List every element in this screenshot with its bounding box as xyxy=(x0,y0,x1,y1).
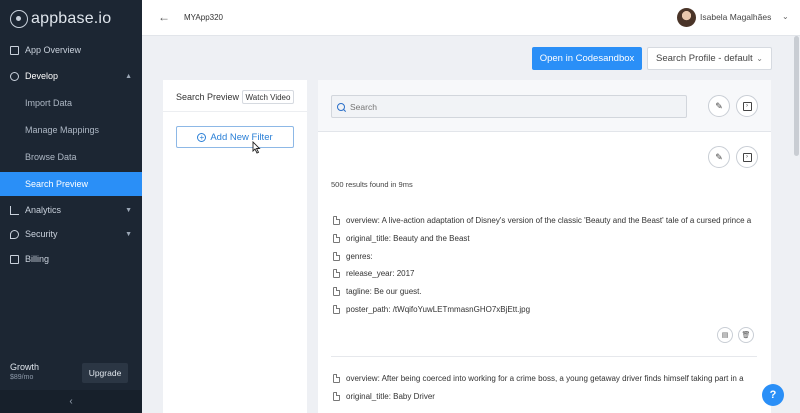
document-icon xyxy=(333,215,340,225)
upgrade-button[interactable]: Upgrade xyxy=(82,363,128,383)
develop-icon xyxy=(10,71,19,81)
add-new-filter-label: Add New Filter xyxy=(210,131,273,143)
plan-price: $89/mo xyxy=(10,374,34,381)
chevron-up-icon: ▲ xyxy=(125,72,132,80)
mouse-pointer-icon xyxy=(252,141,261,154)
pencil-icon: ✎ xyxy=(715,100,723,111)
document-icon xyxy=(333,391,340,401)
code-search-button[interactable]: › xyxy=(736,95,758,117)
sidebar-subitem-label: Manage Mappings xyxy=(25,125,100,135)
code-result-button[interactable]: › xyxy=(736,146,758,168)
trash-icon: 🗑 xyxy=(741,332,751,339)
scrollbar-thumb[interactable] xyxy=(794,36,799,156)
code-icon: › xyxy=(742,152,752,162)
sidebar-item-label: App Overview xyxy=(25,45,82,55)
result-field-text: tagline: Be our guest. xyxy=(346,286,422,296)
sidebar-item-develop[interactable]: Develop ▲ xyxy=(0,64,142,88)
result-field-text: overview: A live-action adaptation of Di… xyxy=(346,215,752,225)
sidebar-item-label: Analytics xyxy=(25,205,62,215)
search-input[interactable] xyxy=(350,101,670,112)
sidebar-item-label: Security xyxy=(25,229,58,239)
result-divider xyxy=(331,356,757,357)
collapse-sidebar-button[interactable]: ‹ xyxy=(0,390,142,413)
top-bar: ← MYApp320 Isabela Magalhães ⌄ xyxy=(142,0,800,36)
help-button[interactable]: ? xyxy=(762,384,784,406)
filter-panel: Search Preview Watch Video + Add New Fil… xyxy=(163,80,307,413)
watch-video-button[interactable]: Watch Video xyxy=(242,90,294,104)
results-count: 500 results found in 9ms xyxy=(331,180,413,189)
search-profile-dropdown[interactable]: Search Profile - default ⌄ xyxy=(647,47,772,70)
home-icon xyxy=(10,45,19,55)
app-name: MYApp320 xyxy=(184,13,223,22)
document-icon xyxy=(333,233,340,243)
document-icon xyxy=(333,304,340,314)
result-field: poster_path: /tWqifoYuwLETmmasnGHO7xBjEt… xyxy=(333,303,758,315)
result-field-text: genres: xyxy=(346,251,373,261)
sidebar-subitem-manage-mappings[interactable]: Manage Mappings xyxy=(0,118,142,142)
sidebar-item-security[interactable]: Security ▼ xyxy=(0,222,142,246)
billing-icon xyxy=(10,254,19,264)
result-field-text: overview: After being coerced into worki… xyxy=(346,373,744,383)
avatar[interactable] xyxy=(677,8,696,27)
sidebar-subitem-label: Import Data xyxy=(25,98,73,108)
result-field-text: original_title: Baby Driver xyxy=(346,391,435,401)
back-arrow-icon[interactable]: ← xyxy=(158,10,170,24)
sidebar-subitem-label: Search Preview xyxy=(25,179,89,189)
file-icon: ▤ xyxy=(721,332,729,339)
document-icon xyxy=(333,251,340,261)
appbase-logo-icon xyxy=(10,10,28,28)
add-new-filter-button[interactable]: + Add New Filter xyxy=(176,126,294,148)
plan-name: Growth xyxy=(10,362,40,372)
sidebar-item-billing[interactable]: Billing xyxy=(0,247,142,271)
filter-panel-header: Search Preview Watch Video xyxy=(163,80,307,112)
result-field: genres: xyxy=(333,250,758,262)
logo[interactable]: appbase.io xyxy=(10,10,111,28)
code-icon: › xyxy=(742,101,752,111)
chevron-down-icon[interactable]: ⌄ xyxy=(782,12,789,21)
pencil-icon: ✎ xyxy=(715,151,723,162)
results-panel: ✎ › ✎ › 500 results found in 9ms overvie… xyxy=(318,80,771,413)
sidebar: appbase.io App Overview Develop ▲ Import… xyxy=(0,0,142,413)
key-icon xyxy=(10,229,19,239)
result-field: release_year: 2017 xyxy=(333,267,758,279)
question-mark-icon: ? xyxy=(769,389,777,401)
sidebar-item-app-overview[interactable]: App Overview xyxy=(0,38,142,62)
user-name[interactable]: Isabela Magalhães xyxy=(700,12,771,22)
delete-result-button[interactable]: 🗑 xyxy=(738,327,754,343)
result-field-text: original_title: Beauty and the Beast xyxy=(346,233,470,243)
sidebar-item-analytics[interactable]: Analytics ▼ xyxy=(0,198,142,222)
edit-result-button[interactable]: ✎ xyxy=(708,146,730,168)
search-profile-label: Search Profile - default xyxy=(656,53,753,64)
search-row: ✎ › xyxy=(318,80,771,132)
sidebar-item-label: Develop xyxy=(25,71,59,81)
open-in-codesandbox-button[interactable]: Open in Codesandbox xyxy=(532,47,642,70)
sidebar-subitem-browse-data[interactable]: Browse Data xyxy=(0,145,142,169)
chevron-down-icon: ⌄ xyxy=(756,54,763,63)
sidebar-subitem-search-preview[interactable]: Search Preview xyxy=(0,172,142,196)
result-field: overview: After being coerced into worki… xyxy=(333,372,758,384)
chevron-down-icon: ▼ xyxy=(125,230,132,238)
logo-text: appbase.io xyxy=(31,10,112,27)
chart-icon xyxy=(10,205,19,215)
sidebar-item-label: Billing xyxy=(25,254,50,264)
chevron-down-icon: ▼ xyxy=(125,206,132,214)
view-json-button[interactable]: ▤ xyxy=(717,327,733,343)
search-icon xyxy=(337,102,345,111)
document-icon xyxy=(333,268,340,278)
document-icon xyxy=(333,286,340,296)
result-field-text: poster_path: /tWqifoYuwLETmmasnGHO7xBjEt… xyxy=(346,304,531,314)
result-field: tagline: Be our guest. xyxy=(333,285,758,297)
document-icon xyxy=(333,373,340,383)
filter-panel-title: Search Preview xyxy=(176,92,240,102)
result-field-text: release_year: 2017 xyxy=(346,268,415,278)
result-field: original_title: Baby Driver xyxy=(333,390,758,402)
chevron-left-icon: ‹ xyxy=(69,396,73,407)
result-field: overview: A live-action adaptation of Di… xyxy=(333,214,758,226)
search-input-wrapper[interactable] xyxy=(331,95,687,118)
result-field: original_title: Beauty and the Beast xyxy=(333,232,758,244)
sidebar-subitem-import-data[interactable]: Import Data xyxy=(0,91,142,115)
plus-circle-icon: + xyxy=(197,132,207,142)
sidebar-subitem-label: Browse Data xyxy=(25,152,77,162)
edit-search-button[interactable]: ✎ xyxy=(708,95,730,117)
